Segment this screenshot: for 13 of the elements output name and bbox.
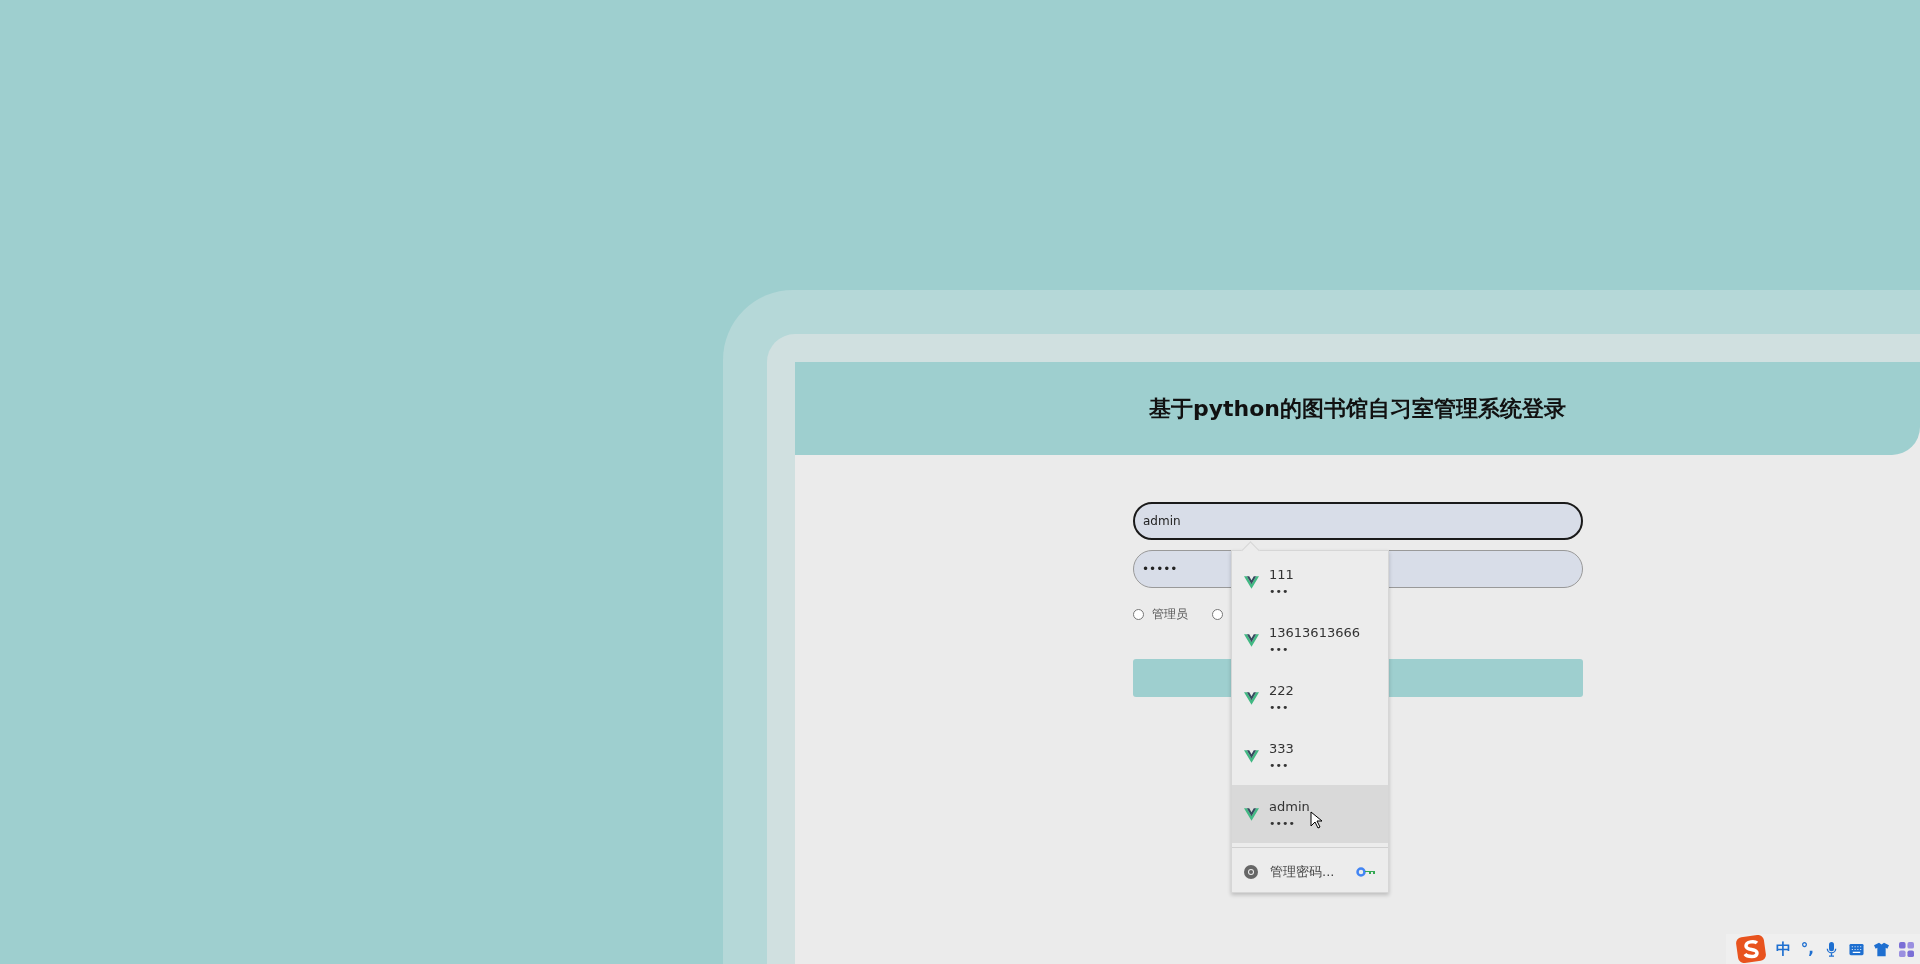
radio-label: 管理员 [1152, 606, 1188, 623]
manage-passwords-link: 管理密码... [1270, 863, 1336, 881]
saved-password: ••• [1269, 644, 1290, 655]
saved-username: admin [1269, 799, 1310, 814]
saved-password: ••• [1269, 702, 1290, 713]
saved-password: ••• [1269, 760, 1290, 771]
saved-username: 111 [1269, 567, 1294, 582]
page-title: 基于python的图书馆自习室管理系统登录 [1148, 394, 1566, 423]
saved-password: ••• [1269, 586, 1290, 597]
saved-username: 13613613666 [1269, 625, 1360, 640]
saved-username: 222 [1269, 683, 1294, 698]
saved-password: •••• [1269, 818, 1296, 829]
saved-username: 333 [1269, 741, 1294, 756]
